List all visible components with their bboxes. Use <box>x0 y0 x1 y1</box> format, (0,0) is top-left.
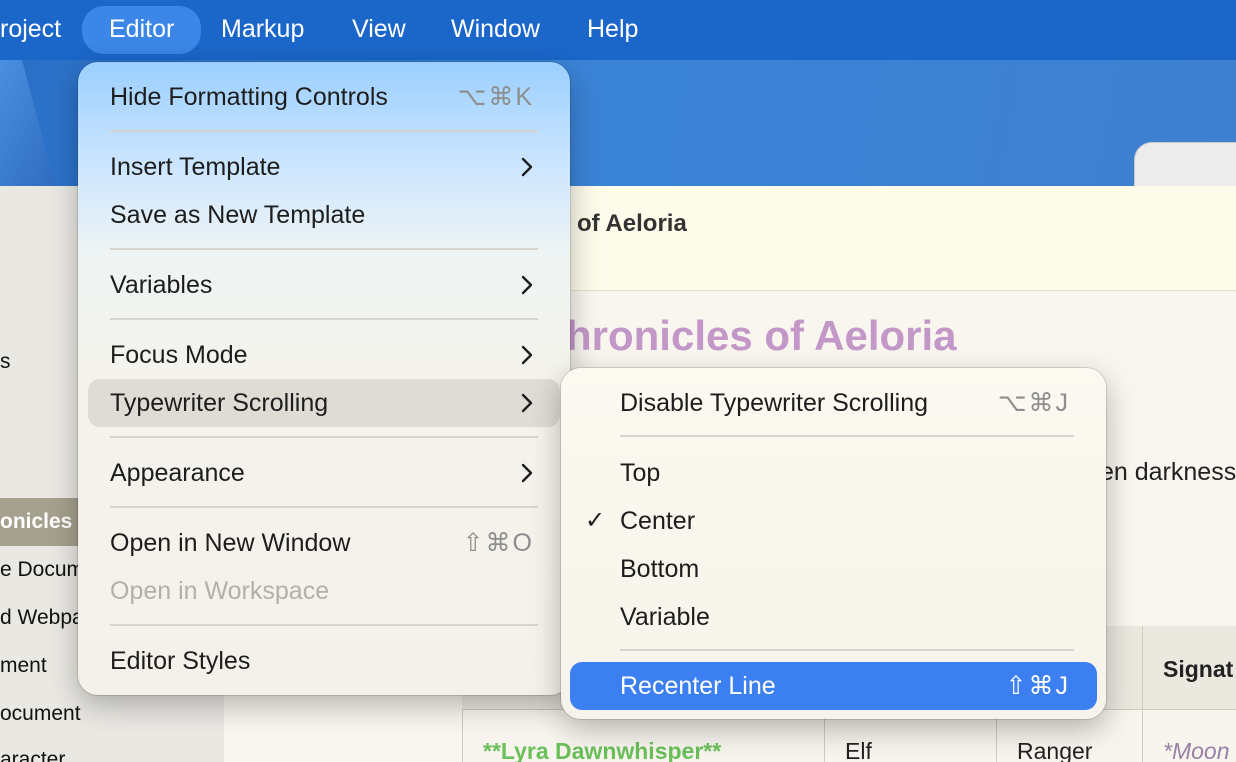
table-cell: **Lyra Dawnwhisper** <box>483 738 722 762</box>
menu-item-label: Center <box>620 507 696 535</box>
menu-item-label: Open in New Window <box>110 529 351 557</box>
menu-separator <box>110 624 538 626</box>
menu-separator <box>110 130 538 132</box>
menu-item-save-as-new-template[interactable]: Save as New Template <box>78 191 570 239</box>
chevron-right-icon <box>521 157 533 177</box>
keyboard-shortcut: ⌥⌘K <box>457 83 534 111</box>
menu-item-label: Top <box>620 459 661 487</box>
menu-item-top[interactable]: Top <box>561 449 1106 497</box>
menu-window[interactable]: Window <box>451 0 540 60</box>
menu-item-label: Hide Formatting Controls <box>110 83 388 111</box>
menu-item-label: Variables <box>110 271 213 299</box>
table-header-cell: Signat <box>1163 656 1234 682</box>
menu-item-label: Appearance <box>110 459 245 487</box>
menu-item-bottom[interactable]: Bottom <box>561 545 1106 593</box>
menu-item-hide-formatting-controls[interactable]: Hide Formatting Controls ⌥⌘K <box>78 73 570 121</box>
sidebar-item[interactable]: ocument <box>0 702 81 726</box>
menu-project[interactable]: roject <box>0 0 61 60</box>
menu-item-label: Insert Template <box>110 153 281 181</box>
menu-editor[interactable]: Editor <box>82 6 202 54</box>
sidebar-item[interactable]: e Docum <box>0 558 84 582</box>
menu-bar: roject Editor Markup View Window Help <box>0 0 1236 60</box>
chevron-right-icon <box>521 463 533 483</box>
menu-item-appearance[interactable]: Appearance <box>78 449 570 497</box>
menu-separator <box>110 248 538 250</box>
keyboard-shortcut: ⇧⌘O <box>462 529 534 557</box>
menu-item-focus-mode[interactable]: Focus Mode <box>78 331 570 379</box>
menu-item-label: Focus Mode <box>110 341 248 369</box>
sidebar-item[interactable]: aracter <box>0 748 65 762</box>
menu-item-editor-styles[interactable]: Editor Styles <box>78 637 570 685</box>
sidebar-item[interactable]: s <box>0 350 11 374</box>
sidebar-item-selected[interactable]: onicles <box>0 498 80 546</box>
menu-item-typewriter-scrolling[interactable]: Typewriter Scrolling <box>88 379 560 427</box>
menu-item-disable-typewriter-scrolling[interactable]: Disable Typewriter Scrolling ⌥⌘J <box>561 379 1106 427</box>
menu-item-open-in-workspace: Open in Workspace <box>78 567 570 615</box>
keyboard-shortcut: ⌥⌘J <box>997 389 1070 417</box>
menu-item-label: Bottom <box>620 555 700 583</box>
menu-item-recenter-line[interactable]: Recenter Line ⇧⌘J <box>570 662 1097 710</box>
menu-item-label: Recenter Line <box>620 672 776 700</box>
menu-separator <box>620 649 1074 651</box>
menu-separator <box>110 318 538 320</box>
menu-markup[interactable]: Markup <box>221 0 304 60</box>
table-cell: *Moon <box>1163 738 1230 762</box>
menu-view[interactable]: View <box>352 0 406 60</box>
table-cell: Elf <box>845 738 872 762</box>
sidebar-item[interactable]: ment <box>0 654 47 678</box>
menu-item-label: Open in Workspace <box>110 577 330 605</box>
checkmark-icon: ✓ <box>585 507 606 534</box>
menu-separator <box>620 435 1074 437</box>
document-body-text: en darkness <box>1100 458 1236 486</box>
document-title: of Aeloria <box>577 210 687 237</box>
table-column-divider <box>1142 626 1143 762</box>
menu-item-label: Save as New Template <box>110 201 366 229</box>
menu-item-label: Variable <box>620 603 710 631</box>
typewriter-scrolling-submenu: Disable Typewriter Scrolling ⌥⌘J Top ✓ C… <box>561 368 1106 719</box>
menu-item-label: Editor Styles <box>110 647 251 675</box>
menu-item-insert-template[interactable]: Insert Template <box>78 143 570 191</box>
table-cell: Ranger <box>1017 738 1093 762</box>
chevron-right-icon <box>521 393 533 413</box>
keyboard-shortcut: ⇧⌘J <box>1005 672 1070 700</box>
menu-item-variable[interactable]: Variable <box>561 593 1106 641</box>
chevron-right-icon <box>521 275 533 295</box>
menu-separator <box>110 436 538 438</box>
sidebar-item[interactable]: d Webpa <box>0 606 84 630</box>
menu-item-variables[interactable]: Variables <box>78 261 570 309</box>
document-heading: hronicles of Aeloria <box>566 312 957 359</box>
menu-help[interactable]: Help <box>587 0 638 60</box>
menu-separator <box>110 506 538 508</box>
menu-item-label: Disable Typewriter Scrolling <box>620 389 928 417</box>
menu-item-label: Typewriter Scrolling <box>110 389 329 417</box>
chevron-right-icon <box>521 345 533 365</box>
editor-menu: Hide Formatting Controls ⌥⌘K Insert Temp… <box>78 62 570 695</box>
menu-item-center[interactable]: ✓ Center <box>561 497 1106 545</box>
menu-item-open-in-new-window[interactable]: Open in New Window ⇧⌘O <box>78 519 570 567</box>
